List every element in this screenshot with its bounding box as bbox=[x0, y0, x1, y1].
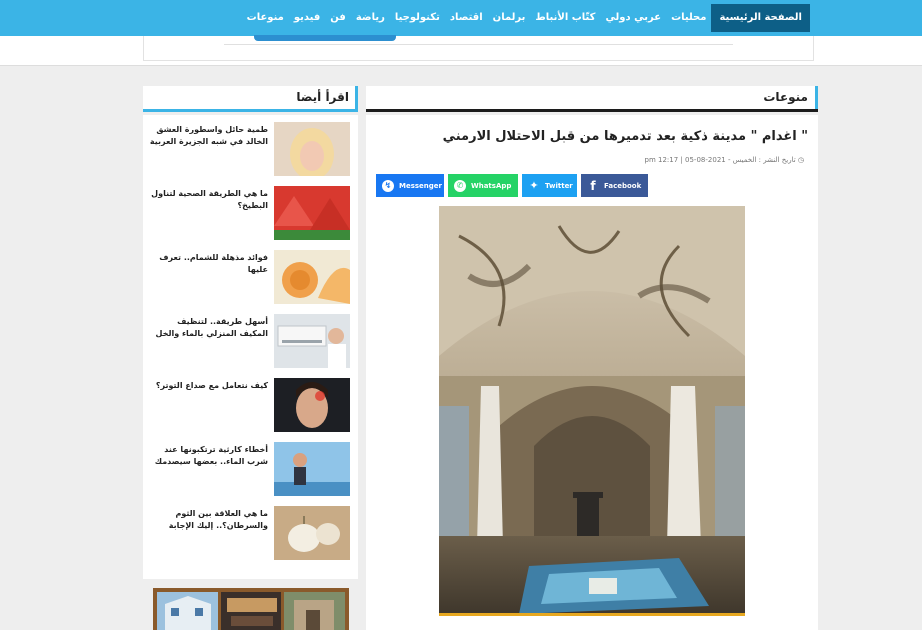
sidebar-title: اقرأ أيضا bbox=[296, 90, 349, 104]
list-item-title[interactable]: ما هي العلاقة بين الثوم والسرطان؟.. إليك… bbox=[148, 508, 268, 532]
nav-item-arab-international[interactable]: عربي دولي bbox=[600, 4, 666, 32]
list-item[interactable]: ما هي العلاقة بين الثوم والسرطان؟.. إليك… bbox=[143, 506, 358, 560]
nav-item-technology[interactable]: تكنولوجيا bbox=[390, 4, 445, 32]
gallery-image[interactable] bbox=[220, 592, 282, 630]
share-twitter-button[interactable]: ✦ Twitter bbox=[522, 174, 577, 197]
section-header-accent bbox=[815, 86, 818, 109]
sub-header-box bbox=[143, 35, 814, 61]
list-item-thumbnail[interactable] bbox=[274, 378, 350, 432]
list-item-title[interactable]: فوائد مذهلة للشمام.. تعرف عليها bbox=[148, 252, 268, 276]
nav-item-sports[interactable]: رياضة bbox=[351, 4, 390, 32]
sub-header-strip bbox=[0, 35, 922, 66]
share-messenger-label: Messenger bbox=[399, 181, 442, 190]
share-whatsapp-label: WhatsApp bbox=[471, 181, 512, 190]
article-meta: ◷ تاريخ النشر : الخميس - 2021-08-05 | 12… bbox=[645, 156, 805, 164]
facebook-icon: f bbox=[590, 178, 596, 193]
share-facebook-button[interactable]: f Facebook bbox=[581, 174, 648, 197]
sub-header-divider bbox=[224, 44, 733, 45]
share-buttons: ↯ Messenger ✆ WhatsApp ✦ Twitter f Faceb… bbox=[376, 174, 648, 197]
gallery-image[interactable] bbox=[284, 592, 346, 630]
gallery-image[interactable] bbox=[157, 592, 218, 630]
list-item-thumbnail[interactable] bbox=[274, 442, 350, 496]
photo-gallery-banner[interactable] bbox=[153, 588, 349, 630]
twitter-bird-icon: ✦ bbox=[529, 179, 539, 192]
nav-item-home[interactable]: الصفحة الرئيسية bbox=[711, 4, 810, 32]
publish-date: تاريخ النشر : الخميس - 2021-08-05 | 12:1… bbox=[644, 156, 796, 164]
messenger-icon: ↯ bbox=[382, 179, 394, 192]
nav-item-local[interactable]: محليات bbox=[666, 4, 711, 32]
nav-item-misc[interactable]: منوعات bbox=[242, 4, 289, 32]
nav-item-economy[interactable]: اقتصاد bbox=[445, 4, 488, 32]
share-twitter-label: Twitter bbox=[545, 181, 573, 190]
list-item-thumbnail[interactable] bbox=[274, 250, 350, 304]
main-column: منوعات " اغدام " مدينة ذكية بعد تدميرها … bbox=[366, 86, 818, 630]
article-main-image bbox=[439, 206, 745, 616]
nav-item-art[interactable]: فن bbox=[325, 4, 351, 32]
related-list: طمية حائل واسطورة العشق الخالد في شبه ال… bbox=[143, 115, 358, 579]
section-header: منوعات bbox=[366, 86, 818, 112]
list-item-thumbnail[interactable] bbox=[274, 122, 350, 176]
nav-item-video[interactable]: فيديو bbox=[289, 4, 325, 32]
list-item[interactable]: كيف نتعامل مع صداع التوتر؟ bbox=[143, 378, 358, 432]
nav-item-parliament[interactable]: برلمان bbox=[488, 4, 531, 32]
list-item[interactable]: أخطاء كارثية ترتكبونها عند شرب الماء.. ب… bbox=[143, 442, 358, 496]
sidebar-header-accent bbox=[355, 86, 358, 109]
list-item-title[interactable]: طمية حائل واسطورة العشق الخالد في شبه ال… bbox=[148, 124, 268, 148]
list-item-thumbnail[interactable] bbox=[274, 186, 350, 240]
clock-icon: ◷ bbox=[797, 156, 804, 164]
list-item[interactable]: فوائد مذهلة للشمام.. تعرف عليها bbox=[143, 250, 358, 304]
nav-list: الصفحة الرئيسية محليات عربي دولي كتّاب ا… bbox=[242, 4, 810, 32]
list-item-thumbnail[interactable] bbox=[274, 314, 350, 368]
whatsapp-icon: ✆ bbox=[454, 179, 466, 192]
section-title[interactable]: منوعات bbox=[763, 90, 808, 104]
sidebar-header: اقرأ أيضا bbox=[143, 86, 358, 112]
article-title: " اغدام " مدينة ذكية بعد تدميرها من قبل … bbox=[442, 129, 808, 144]
mosque-interior-photo bbox=[439, 206, 745, 613]
sub-header-accent bbox=[254, 35, 396, 41]
nav-item-writers[interactable]: كتّاب الأنباط bbox=[530, 4, 600, 32]
share-messenger-button[interactable]: ↯ Messenger bbox=[376, 174, 444, 197]
top-navigation: الصفحة الرئيسية محليات عربي دولي كتّاب ا… bbox=[0, 0, 922, 36]
list-item[interactable]: طمية حائل واسطورة العشق الخالد في شبه ال… bbox=[143, 122, 358, 176]
sidebar: اقرأ أيضا طمية حائل واسطورة العشق الخالد… bbox=[143, 86, 358, 630]
list-item-title[interactable]: أسهل طريقة.. لتنظيف المكيف المنزلي بالما… bbox=[148, 316, 268, 340]
list-item[interactable]: أسهل طريقة.. لتنظيف المكيف المنزلي بالما… bbox=[143, 314, 358, 368]
list-item[interactable]: ما هي الطريقة الصحية لتناول البطيخ؟ bbox=[143, 186, 358, 240]
share-whatsapp-button[interactable]: ✆ WhatsApp bbox=[448, 174, 518, 197]
list-item-title[interactable]: ما هي الطريقة الصحية لتناول البطيخ؟ bbox=[148, 188, 268, 212]
article: " اغدام " مدينة ذكية بعد تدميرها من قبل … bbox=[366, 115, 818, 630]
list-item-title[interactable]: كيف نتعامل مع صداع التوتر؟ bbox=[148, 380, 268, 392]
list-item-title[interactable]: أخطاء كارثية ترتكبونها عند شرب الماء.. ب… bbox=[148, 444, 268, 468]
list-item-thumbnail[interactable] bbox=[274, 506, 350, 560]
share-facebook-label: Facebook bbox=[604, 181, 642, 190]
